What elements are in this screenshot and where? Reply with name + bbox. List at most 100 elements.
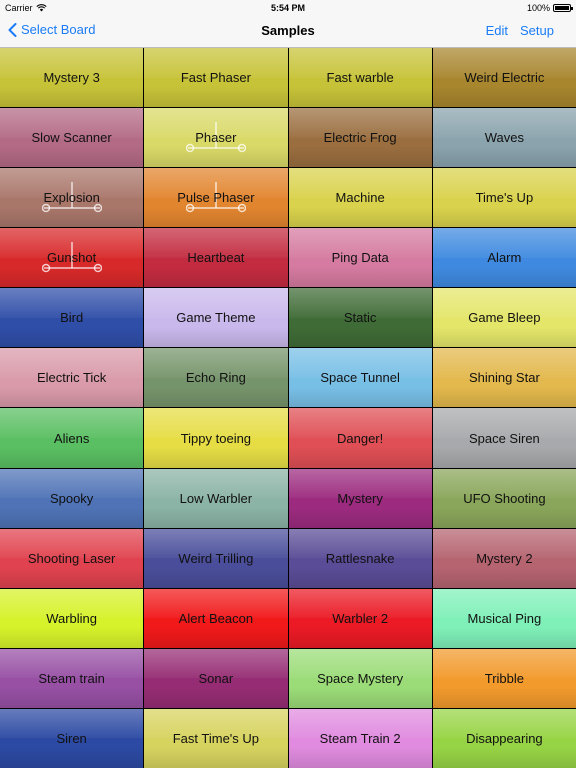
sound-button-label: Tribble: [484, 670, 524, 686]
sound-button-label: Fast warble: [326, 70, 394, 86]
sound-button[interactable]: Rattlesnake: [288, 528, 432, 588]
sound-button[interactable]: Static: [288, 288, 432, 348]
sound-button-label: Fast Time's Up: [172, 730, 260, 746]
chevron-left-icon: [8, 22, 17, 37]
sound-button[interactable]: Steam Train 2: [288, 708, 432, 768]
sound-button[interactable]: Tippy toeing: [144, 408, 288, 468]
sound-button[interactable]: Spooky: [0, 468, 144, 528]
sound-button[interactable]: Pulse Phaser: [144, 168, 288, 228]
sound-button[interactable]: Slow Scanner: [0, 108, 144, 168]
sound-button-label: Mystery 2: [476, 550, 533, 566]
sound-button-label: Rattlesnake: [325, 550, 395, 566]
sound-button[interactable]: Sonar: [144, 648, 288, 708]
sound-button[interactable]: Steam train: [0, 648, 144, 708]
sound-button-label: Game Bleep: [468, 310, 541, 326]
sound-button-label: Bird: [60, 310, 84, 326]
sound-button[interactable]: Bird: [0, 288, 144, 348]
sound-button[interactable]: Electric Frog: [288, 108, 432, 168]
sound-button-label: Warbler 2: [332, 610, 389, 626]
sound-button[interactable]: Warbler 2: [288, 588, 432, 648]
sound-button-label: Sonar: [198, 670, 234, 686]
sound-button-label: Warbling: [46, 610, 98, 626]
sound-button-label: Aliens: [53, 430, 90, 446]
sound-button-label: Electric Frog: [323, 130, 397, 146]
select-board-button[interactable]: Select Board: [8, 22, 95, 37]
sound-button-label: Steam train: [38, 670, 105, 686]
edit-button[interactable]: Edit: [486, 23, 508, 38]
sound-button-label: Disappearing: [466, 730, 543, 746]
sound-button[interactable]: Fast Time's Up: [144, 708, 288, 768]
sound-button[interactable]: Heartbeat: [144, 228, 288, 288]
sound-button[interactable]: Mystery 3: [0, 48, 144, 108]
sound-button-label: Space Tunnel: [320, 370, 400, 386]
setup-button[interactable]: Setup: [520, 23, 554, 38]
sound-button-label: Danger!: [337, 430, 384, 446]
sound-button[interactable]: Electric Tick: [0, 348, 144, 408]
sound-button-label: Low Warbler: [179, 490, 253, 506]
sound-button-label: Musical Ping: [467, 610, 542, 626]
sound-button-label: Machine: [335, 190, 385, 206]
sound-button[interactable]: Weird Electric: [432, 48, 576, 108]
sound-button-label: Ping Data: [331, 250, 389, 266]
sound-button[interactable]: Game Theme: [144, 288, 288, 348]
sound-button-label: Space Mystery: [317, 670, 404, 686]
battery-percent: 100%: [526, 3, 550, 13]
status-bar: Carrier 5:54 PM 100%: [0, 0, 576, 16]
sound-button-label: Pulse Phaser: [177, 190, 255, 206]
sound-button[interactable]: Low Warbler: [144, 468, 288, 528]
sound-button-label: Fast Phaser: [180, 70, 251, 86]
sound-button[interactable]: Echo Ring: [144, 348, 288, 408]
sound-button[interactable]: Mystery 2: [432, 528, 576, 588]
sound-button[interactable]: Weird Trilling: [144, 528, 288, 588]
sound-button-label: Siren: [56, 730, 87, 746]
sound-button[interactable]: Aliens: [0, 408, 144, 468]
sound-button-label: Gunshot: [47, 250, 97, 266]
sound-button-label: Echo Ring: [185, 370, 246, 386]
sound-button[interactable]: Siren: [0, 708, 144, 768]
sound-button[interactable]: Fast warble: [288, 48, 432, 108]
sound-button[interactable]: Explosion: [0, 168, 144, 228]
sound-button[interactable]: Warbling: [0, 588, 144, 648]
sound-button[interactable]: Alarm: [432, 228, 576, 288]
sound-button[interactable]: Mystery: [288, 468, 432, 528]
nav-actions: Edit Setup: [486, 23, 554, 38]
sound-button-label: Time's Up: [475, 190, 534, 206]
battery-icon: [553, 4, 573, 12]
sound-button-label: UFO Shooting: [463, 490, 546, 506]
sound-button-label: Alert Beacon: [178, 610, 254, 626]
sound-button[interactable]: Alert Beacon: [144, 588, 288, 648]
sound-button[interactable]: Shooting Laser: [0, 528, 144, 588]
sound-button[interactable]: Time's Up: [432, 168, 576, 228]
sound-button[interactable]: Musical Ping: [432, 588, 576, 648]
sound-button[interactable]: Machine: [288, 168, 432, 228]
sound-button[interactable]: Space Tunnel: [288, 348, 432, 408]
sound-button[interactable]: Waves: [432, 108, 576, 168]
sound-button-label: Mystery 3: [43, 70, 100, 86]
sound-button[interactable]: Space Mystery: [288, 648, 432, 708]
sound-button-label: Static: [343, 310, 377, 326]
sound-button-label: Slow Scanner: [31, 130, 112, 146]
navigation-bar: Select Board Samples Edit Setup: [0, 16, 576, 48]
sound-button[interactable]: Disappearing: [432, 708, 576, 768]
sound-button[interactable]: Phaser: [144, 108, 288, 168]
sound-button[interactable]: Ping Data: [288, 228, 432, 288]
sound-button-label: Explosion: [43, 190, 100, 206]
sound-button[interactable]: Danger!: [288, 408, 432, 468]
sound-button-label: Weird Electric: [464, 70, 545, 86]
sound-button[interactable]: Space Siren: [432, 408, 576, 468]
sound-button-label: Weird Trilling: [178, 550, 254, 566]
sound-button[interactable]: Tribble: [432, 648, 576, 708]
select-board-label: Select Board: [21, 22, 96, 37]
sound-button-label: Space Siren: [468, 430, 540, 446]
sound-button[interactable]: Fast Phaser: [144, 48, 288, 108]
sound-button-label: Game Theme: [176, 310, 256, 326]
sound-button[interactable]: Shining Star: [432, 348, 576, 408]
sound-button-label: Mystery: [337, 490, 383, 506]
sound-button[interactable]: Gunshot: [0, 228, 144, 288]
sound-button-label: Shining Star: [468, 370, 540, 386]
sound-grid: Mystery 3 Fast Phaser Fast warble Weird Ele…: [0, 48, 576, 768]
sound-button-label: Heartbeat: [187, 250, 245, 266]
sound-button[interactable]: Game Bleep: [432, 288, 576, 348]
sound-button[interactable]: UFO Shooting: [432, 468, 576, 528]
sound-button-label: Spooky: [49, 490, 94, 506]
